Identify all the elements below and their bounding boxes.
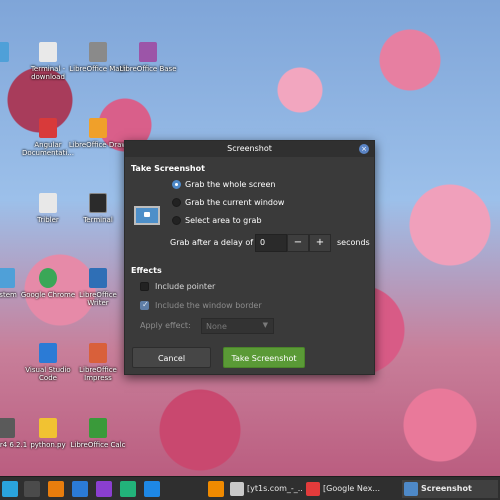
- dialog-titlebar[interactable]: Screenshot ×: [125, 141, 374, 157]
- desktop-icon-libreoffice-base[interactable]: LibreOffice Base: [118, 42, 178, 73]
- desktop-icon-libreoffice-draw[interactable]: LibreOffice Draw: [68, 118, 128, 149]
- effects-heading: Effects: [131, 266, 162, 275]
- delay-input[interactable]: 0: [255, 234, 287, 252]
- libreoffice-math-icon: [89, 42, 107, 62]
- delay-label: Grab after a delay of: [170, 238, 254, 247]
- take-screenshot-heading: Take Screenshot: [131, 164, 205, 173]
- desktop-icon-ystem[interactable]: [0, 42, 30, 65]
- close-icon[interactable]: ×: [359, 144, 369, 154]
- task-google-nexus[interactable]: [Google Nex...: [304, 480, 396, 498]
- vscode-icon: [39, 343, 57, 363]
- option-select-area[interactable]: Select area to grab: [172, 216, 262, 225]
- delay-increment-button[interactable]: +: [309, 234, 331, 252]
- system-icon: [0, 42, 9, 62]
- task-youtube-download[interactable]: [yt1s.com_-_...: [228, 480, 302, 498]
- apply-effect-select[interactable]: None ▼: [201, 318, 274, 334]
- webstorm-icon[interactable]: [144, 481, 160, 497]
- chrome-icon: [39, 268, 57, 288]
- libreoffice-writer-icon: [89, 268, 107, 288]
- terminal-icon: [89, 193, 107, 213]
- include-border-option[interactable]: Include the window border: [140, 300, 262, 310]
- radio-button[interactable]: [172, 180, 181, 189]
- system-icon: [0, 268, 15, 288]
- screenshot-icon: [404, 482, 418, 496]
- delay-decrement-button[interactable]: −: [287, 234, 309, 252]
- delay-row: Grab after a delay of 0 − + seconds: [170, 234, 370, 252]
- window-icon: [306, 482, 320, 496]
- libreoffice-impress-icon: [89, 343, 107, 363]
- tribler-icon: [39, 193, 57, 213]
- screenshot-camera-icon: [134, 206, 160, 225]
- dialog-title: Screenshot: [227, 144, 272, 153]
- option-current-window[interactable]: Grab the current window: [172, 198, 284, 207]
- option-whole-screen[interactable]: Grab the whole screen: [172, 180, 275, 189]
- inkscape-icon[interactable]: [24, 481, 40, 497]
- taskbar: [yt1s.com_-_... [Google Nex... Screensho…: [0, 476, 500, 500]
- include-pointer-option[interactable]: Include pointer: [140, 282, 215, 291]
- vlc-icon[interactable]: [208, 481, 224, 497]
- delay-unit: seconds: [337, 238, 370, 247]
- task-screenshot[interactable]: Screenshot: [402, 480, 498, 498]
- desktop-icon-terminal[interactable]: Terminal: [68, 193, 128, 224]
- angular-icon: [39, 118, 57, 138]
- take-screenshot-button[interactable]: Take Screenshot: [223, 347, 305, 368]
- window-icon: [230, 482, 244, 496]
- radio-button[interactable]: [172, 198, 181, 207]
- vscode-icon[interactable]: [72, 481, 88, 497]
- apply-effect-label: Apply effect:: [140, 321, 191, 330]
- libreoffice-draw-icon: [89, 118, 107, 138]
- radio-button[interactable]: [172, 216, 181, 225]
- phpstorm-icon[interactable]: [96, 481, 112, 497]
- terminal-icon: [39, 42, 57, 62]
- libreoffice-base-icon: [139, 42, 157, 62]
- python-file-icon: [39, 418, 57, 438]
- app-icon: [0, 418, 15, 438]
- screenshot-dialog: Screenshot × Take Screenshot Grab the wh…: [124, 140, 375, 375]
- desktop-icon-libreoffice-impress[interactable]: LibreOffice Impress: [68, 343, 128, 382]
- include-border-checkbox[interactable]: [140, 300, 149, 310]
- cancel-button[interactable]: Cancel: [132, 347, 211, 368]
- datagrip-icon[interactable]: [120, 481, 136, 497]
- desktop-icon-libreoffice-writer[interactable]: LibreOffice Writer: [68, 268, 128, 307]
- telegram-icon[interactable]: [2, 481, 18, 497]
- blender-icon[interactable]: [48, 481, 64, 497]
- chevron-down-icon: ▼: [262, 321, 268, 329]
- include-pointer-checkbox[interactable]: [140, 282, 149, 291]
- desktop-icon-libreoffice-calc[interactable]: LibreOffice Calc: [68, 418, 128, 449]
- libreoffice-calc-icon: [89, 418, 107, 438]
